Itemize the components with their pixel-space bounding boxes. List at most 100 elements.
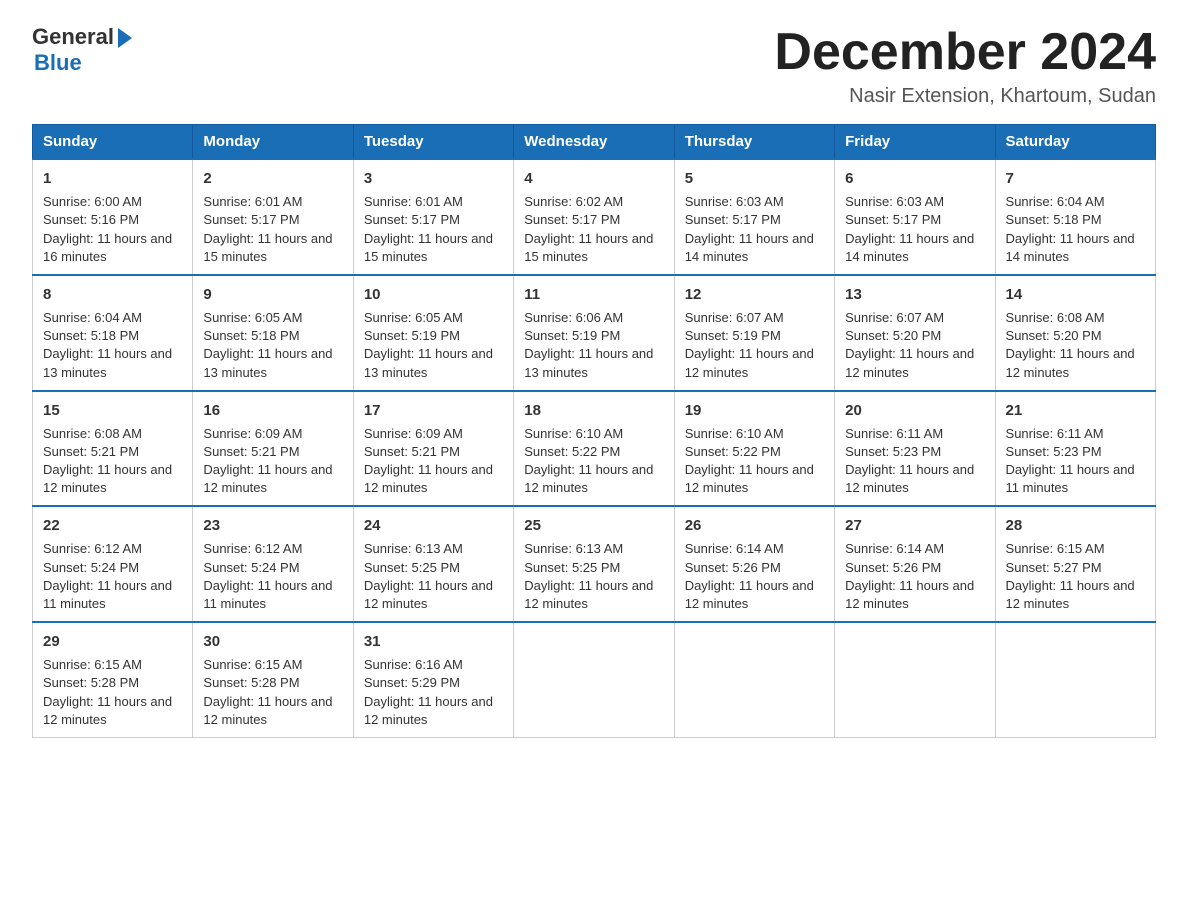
table-row [674, 622, 834, 737]
day-sunrise: Sunrise: 6:12 AM [203, 541, 302, 556]
day-sunrise: Sunrise: 6:12 AM [43, 541, 142, 556]
day-daylight: Daylight: 11 hours and 11 minutes [203, 578, 332, 611]
day-sunset: Sunset: 5:19 PM [364, 328, 460, 343]
calendar-table: Sunday Monday Tuesday Wednesday Thursday… [32, 124, 1156, 738]
day-number: 31 [364, 631, 503, 652]
table-row: 9 Sunrise: 6:05 AM Sunset: 5:18 PM Dayli… [193, 275, 353, 391]
table-row: 2 Sunrise: 6:01 AM Sunset: 5:17 PM Dayli… [193, 159, 353, 275]
day-sunset: Sunset: 5:20 PM [845, 328, 941, 343]
day-daylight: Daylight: 11 hours and 14 minutes [1006, 231, 1135, 264]
day-sunset: Sunset: 5:18 PM [203, 328, 299, 343]
day-number: 29 [43, 631, 182, 652]
day-sunrise: Sunrise: 6:03 AM [845, 194, 944, 209]
day-number: 16 [203, 400, 342, 421]
day-sunrise: Sunrise: 6:01 AM [364, 194, 463, 209]
day-sunset: Sunset: 5:16 PM [43, 212, 139, 227]
table-row: 11 Sunrise: 6:06 AM Sunset: 5:19 PM Dayl… [514, 275, 674, 391]
day-sunrise: Sunrise: 6:15 AM [43, 657, 142, 672]
day-sunset: Sunset: 5:22 PM [524, 444, 620, 459]
day-sunset: Sunset: 5:17 PM [203, 212, 299, 227]
calendar-week-row: 15 Sunrise: 6:08 AM Sunset: 5:21 PM Dayl… [33, 391, 1156, 507]
table-row: 6 Sunrise: 6:03 AM Sunset: 5:17 PM Dayli… [835, 159, 995, 275]
day-sunset: Sunset: 5:23 PM [1006, 444, 1102, 459]
table-row: 5 Sunrise: 6:03 AM Sunset: 5:17 PM Dayli… [674, 159, 834, 275]
day-sunrise: Sunrise: 6:07 AM [685, 310, 784, 325]
day-daylight: Daylight: 11 hours and 16 minutes [43, 231, 172, 264]
day-daylight: Daylight: 11 hours and 12 minutes [685, 346, 814, 379]
table-row: 13 Sunrise: 6:07 AM Sunset: 5:20 PM Dayl… [835, 275, 995, 391]
title-block: December 2024 Nasir Extension, Khartoum,… [774, 24, 1156, 108]
day-sunset: Sunset: 5:26 PM [845, 560, 941, 575]
day-sunset: Sunset: 5:17 PM [845, 212, 941, 227]
day-number: 30 [203, 631, 342, 652]
day-sunrise: Sunrise: 6:08 AM [1006, 310, 1105, 325]
table-row [514, 622, 674, 737]
col-friday: Friday [835, 125, 995, 160]
table-row: 3 Sunrise: 6:01 AM Sunset: 5:17 PM Dayli… [353, 159, 513, 275]
day-number: 14 [1006, 284, 1145, 305]
day-number: 3 [364, 168, 503, 189]
day-number: 9 [203, 284, 342, 305]
month-title: December 2024 [774, 24, 1156, 81]
day-sunset: Sunset: 5:26 PM [685, 560, 781, 575]
day-sunrise: Sunrise: 6:16 AM [364, 657, 463, 672]
table-row: 1 Sunrise: 6:00 AM Sunset: 5:16 PM Dayli… [33, 159, 193, 275]
day-sunset: Sunset: 5:21 PM [43, 444, 139, 459]
table-row: 28 Sunrise: 6:15 AM Sunset: 5:27 PM Dayl… [995, 506, 1155, 622]
day-daylight: Daylight: 11 hours and 11 minutes [43, 578, 172, 611]
day-daylight: Daylight: 11 hours and 12 minutes [685, 462, 814, 495]
day-daylight: Daylight: 11 hours and 13 minutes [203, 346, 332, 379]
day-daylight: Daylight: 11 hours and 15 minutes [364, 231, 493, 264]
day-sunrise: Sunrise: 6:08 AM [43, 426, 142, 441]
logo: General Blue [32, 24, 132, 76]
day-number: 17 [364, 400, 503, 421]
day-number: 13 [845, 284, 984, 305]
day-daylight: Daylight: 11 hours and 12 minutes [685, 578, 814, 611]
col-thursday: Thursday [674, 125, 834, 160]
day-sunrise: Sunrise: 6:13 AM [364, 541, 463, 556]
location-subtitle: Nasir Extension, Khartoum, Sudan [774, 85, 1156, 108]
day-daylight: Daylight: 11 hours and 11 minutes [1006, 462, 1135, 495]
day-daylight: Daylight: 11 hours and 12 minutes [43, 462, 172, 495]
col-tuesday: Tuesday [353, 125, 513, 160]
day-number: 2 [203, 168, 342, 189]
day-daylight: Daylight: 11 hours and 12 minutes [203, 462, 332, 495]
day-sunrise: Sunrise: 6:00 AM [43, 194, 142, 209]
day-number: 26 [685, 515, 824, 536]
day-number: 24 [364, 515, 503, 536]
calendar-week-row: 1 Sunrise: 6:00 AM Sunset: 5:16 PM Dayli… [33, 159, 1156, 275]
day-sunrise: Sunrise: 6:14 AM [685, 541, 784, 556]
table-row: 24 Sunrise: 6:13 AM Sunset: 5:25 PM Dayl… [353, 506, 513, 622]
table-row: 4 Sunrise: 6:02 AM Sunset: 5:17 PM Dayli… [514, 159, 674, 275]
logo-blue-text: Blue [34, 50, 82, 76]
day-sunrise: Sunrise: 6:15 AM [1006, 541, 1105, 556]
day-daylight: Daylight: 11 hours and 15 minutes [524, 231, 653, 264]
col-monday: Monday [193, 125, 353, 160]
day-daylight: Daylight: 11 hours and 14 minutes [845, 231, 974, 264]
day-daylight: Daylight: 11 hours and 12 minutes [364, 578, 493, 611]
day-number: 11 [524, 284, 663, 305]
day-sunset: Sunset: 5:22 PM [685, 444, 781, 459]
day-sunset: Sunset: 5:24 PM [43, 560, 139, 575]
day-number: 18 [524, 400, 663, 421]
day-sunrise: Sunrise: 6:14 AM [845, 541, 944, 556]
day-sunrise: Sunrise: 6:09 AM [364, 426, 463, 441]
day-sunset: Sunset: 5:25 PM [364, 560, 460, 575]
day-number: 7 [1006, 168, 1145, 189]
day-daylight: Daylight: 11 hours and 12 minutes [203, 694, 332, 727]
day-daylight: Daylight: 11 hours and 13 minutes [43, 346, 172, 379]
table-row: 19 Sunrise: 6:10 AM Sunset: 5:22 PM Dayl… [674, 391, 834, 507]
day-daylight: Daylight: 11 hours and 13 minutes [364, 346, 493, 379]
table-row: 26 Sunrise: 6:14 AM Sunset: 5:26 PM Dayl… [674, 506, 834, 622]
table-row: 20 Sunrise: 6:11 AM Sunset: 5:23 PM Dayl… [835, 391, 995, 507]
day-sunset: Sunset: 5:20 PM [1006, 328, 1102, 343]
day-sunset: Sunset: 5:28 PM [43, 675, 139, 690]
day-sunrise: Sunrise: 6:07 AM [845, 310, 944, 325]
day-sunset: Sunset: 5:21 PM [364, 444, 460, 459]
table-row: 7 Sunrise: 6:04 AM Sunset: 5:18 PM Dayli… [995, 159, 1155, 275]
day-number: 23 [203, 515, 342, 536]
day-daylight: Daylight: 11 hours and 12 minutes [43, 694, 172, 727]
day-sunset: Sunset: 5:18 PM [1006, 212, 1102, 227]
day-sunrise: Sunrise: 6:01 AM [203, 194, 302, 209]
table-row: 12 Sunrise: 6:07 AM Sunset: 5:19 PM Dayl… [674, 275, 834, 391]
